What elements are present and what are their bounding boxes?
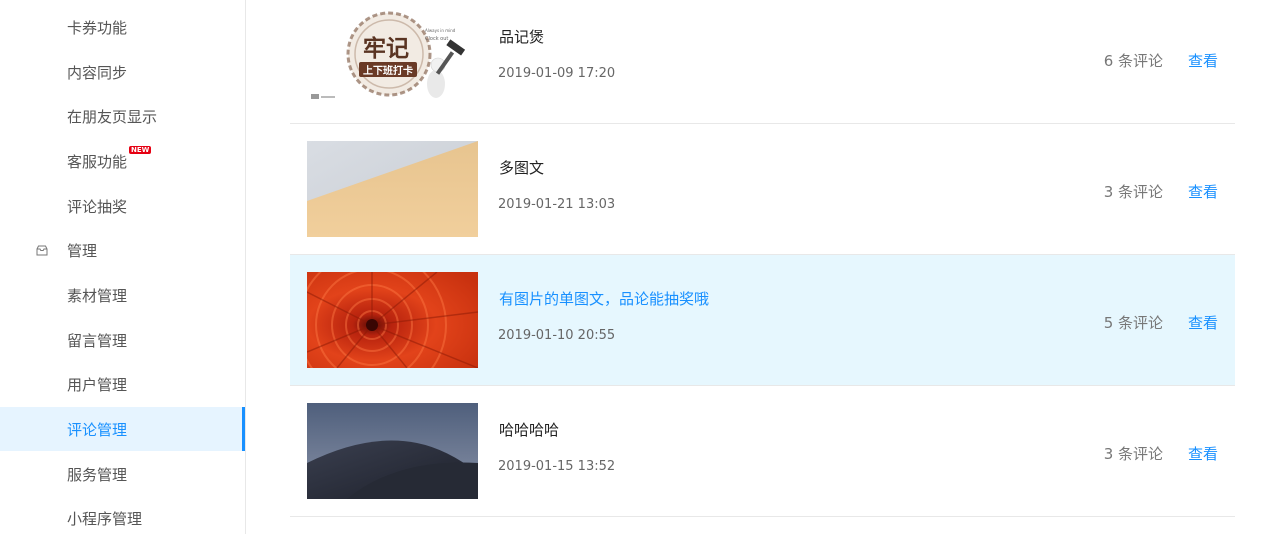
article-row: 哈哈哈哈 2019-01-15 13:52 3 条评论 查看: [290, 386, 1235, 517]
clock-out-poster-image: 牢记 上下班打卡 Always in mind Clock out: [307, 10, 478, 106]
sidebar-item-label-wrap: 客服功能NEW: [67, 145, 152, 172]
sidebar-item-messages[interactable]: 留言管理: [0, 318, 245, 362]
article-row: 有图片的单图文，品论能抽奖哦 2019-01-10 20:55 5 条评论 查看: [290, 255, 1235, 386]
sidebar-item-label: 评论管理: [67, 420, 128, 439]
new-badge: NEW: [129, 145, 152, 154]
sidebar-item-label: 内容同步: [67, 63, 128, 82]
article-row: 牢记 上下班打卡 Always in mind Clock out 品记煲 20…: [290, 0, 1235, 124]
article-date: 2019-01-15 13:52: [498, 459, 616, 474]
sidebar-item-label: 小程序管理: [67, 509, 143, 528]
article-thumbnail: [307, 272, 478, 368]
sidebar-item-label: 服务管理: [67, 465, 128, 484]
sidebar-item-label: 在朋友页显示: [67, 107, 158, 126]
article-date: 2019-01-09 17:20: [498, 66, 616, 81]
sidebar-item-mini-programs[interactable]: 小程序管理: [0, 496, 245, 534]
paper-texture-image: [307, 141, 478, 237]
sidebar-item-services[interactable]: 服务管理: [0, 452, 245, 496]
sidebar-item-label: 评论抽奖: [67, 197, 128, 216]
article-title[interactable]: 有图片的单图文，品论能抽奖哦: [499, 288, 709, 309]
sidebar-item-friends-display[interactable]: 在朋友页显示: [0, 94, 245, 138]
comment-count: 5 条评论: [1103, 314, 1163, 332]
article-date: 2019-01-21 13:03: [498, 197, 616, 212]
view-link[interactable]: 查看: [1188, 312, 1218, 333]
poster-en-text-1: Always in mind: [425, 28, 456, 33]
sidebar-item-content-sync[interactable]: 内容同步: [0, 50, 245, 94]
app-root: 卡券功能 内容同步 在朋友页显示 客服功能NEW 评论抽奖 管理 素材管理 留言…: [0, 0, 1268, 534]
view-link[interactable]: 查看: [1188, 443, 1218, 464]
poster-main-text: 牢记: [363, 35, 409, 62]
article-thumbnail: 牢记 上下班打卡 Always in mind Clock out: [307, 10, 478, 106]
sidebar-item-comments[interactable]: 评论管理: [0, 407, 245, 451]
comment-count: 6 条评论: [1103, 52, 1163, 70]
view-link[interactable]: 查看: [1188, 181, 1218, 202]
article-title[interactable]: 哈哈哈哈: [499, 419, 559, 440]
sidebar-item-label: 留言管理: [67, 331, 128, 350]
sidebar-item-label: 素材管理: [67, 286, 128, 305]
article-row: 多图文 2019-01-21 13:03 3 条评论 查看: [290, 124, 1235, 255]
comment-count: 3 条评论: [1103, 445, 1163, 463]
sidebar-item-comment-lottery[interactable]: 评论抽奖: [0, 184, 245, 228]
view-link[interactable]: 查看: [1188, 50, 1218, 71]
poster-en-text-2: Clock out: [425, 36, 448, 42]
article-title[interactable]: 品记煲: [499, 26, 544, 47]
article-title[interactable]: 多图文: [499, 157, 544, 178]
sidebar-item-users[interactable]: 用户管理: [0, 362, 245, 406]
desert-dunes-image: [307, 403, 478, 499]
sidebar-item-materials[interactable]: 素材管理: [0, 273, 245, 317]
sidebar-item-label: 卡券功能: [67, 18, 128, 37]
comment-count: 3 条评论: [1103, 183, 1163, 201]
article-thumbnail: [307, 141, 478, 237]
sidebar-group-label: 管理: [67, 241, 98, 260]
article-thumbnail: [307, 403, 478, 499]
sidebar-item-customer-service[interactable]: 客服功能NEW: [0, 139, 245, 183]
sidebar-item-label: 用户管理: [67, 375, 128, 394]
inbox-icon: [36, 245, 48, 255]
sidebar-item-cards[interactable]: 卡券功能: [0, 5, 245, 49]
sidebar-group-manage[interactable]: 管理: [0, 228, 245, 272]
sidebar: 卡券功能 内容同步 在朋友页显示 客服功能NEW 评论抽奖 管理 素材管理 留言…: [0, 0, 246, 534]
poster-sub-text: 上下班打卡: [363, 64, 413, 77]
sidebar-item-label: 客服功能: [67, 152, 128, 171]
article-date: 2019-01-10 20:55: [498, 328, 616, 343]
red-flower-image: [307, 272, 478, 368]
